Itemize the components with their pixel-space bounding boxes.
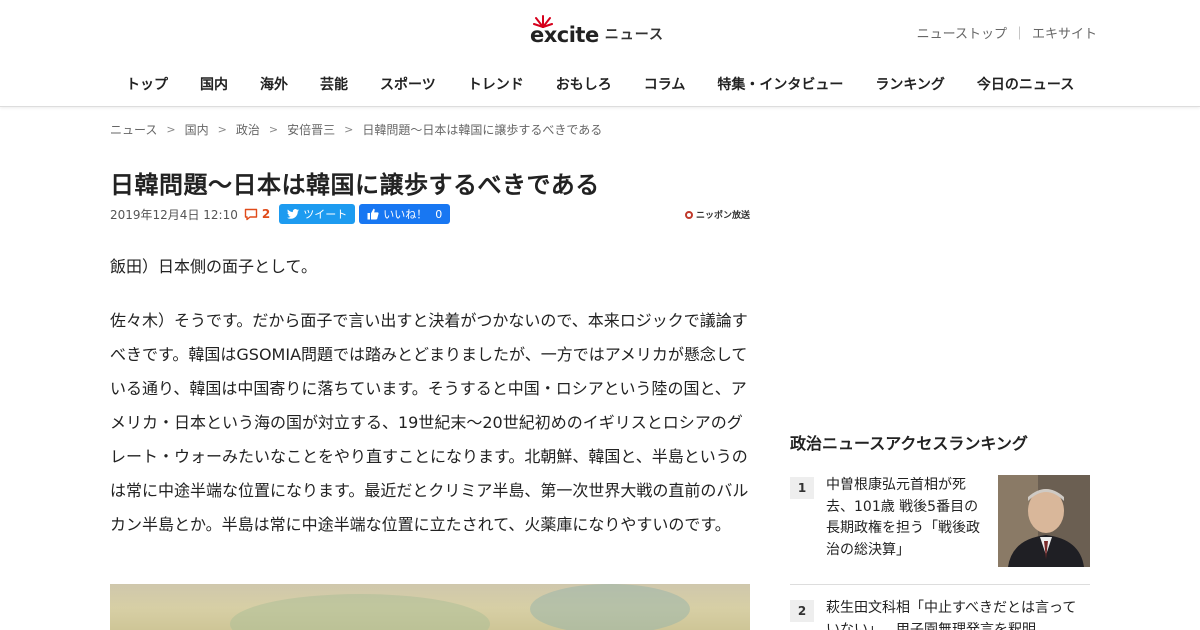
top-links: ニューストップ ｜ エキサイト (917, 23, 1097, 42)
ranking-item[interactable]: 2 萩生田文科相「中止すべきだとは言っていない」…甲子園無理発言を釈明 (790, 598, 1090, 630)
nav-item-ranking[interactable]: ランキング (859, 75, 961, 95)
site-header: excite ニュース ニューストップ ｜ エキサイト トップ 国内 海外 芸能… (0, 0, 1200, 107)
breadcrumb-separator: > (268, 123, 279, 136)
source-logo-icon (684, 210, 693, 219)
breadcrumb: ニュース > 国内 > 政治 > 安倍晋三 > 日韓問題～日本は韓国に譲歩するべ… (110, 121, 602, 138)
tweet-label: ツイート (303, 208, 348, 221)
breadcrumb-current: 日韓問題～日本は韓国に譲歩するべきである (362, 123, 603, 137)
rank-number: 1 (790, 477, 814, 499)
ranking-thumbnail[interactable] (998, 475, 1090, 567)
comment-count: 2 (261, 207, 271, 221)
source-name: ニッポン放送 (695, 211, 750, 221)
portrait-image (998, 475, 1090, 567)
thumbs-up-icon (367, 208, 379, 220)
source-logo[interactable]: ニッポン放送 (684, 208, 750, 221)
nav-item-top[interactable]: トップ (110, 75, 184, 95)
logo-wordmark: excite (530, 15, 599, 48)
logo-subtitle: ニュース (604, 27, 665, 43)
article-meta: 2019年12月4日 12:10 2 ツイート いいね！ 0 ニッポン放送 (110, 204, 750, 224)
site-logo[interactable]: excite ニュース (530, 14, 664, 48)
nav-item-today[interactable]: 今日のニュース (961, 75, 1090, 95)
logo-burst-icon (533, 15, 553, 28)
toplink-separator: ｜ (1012, 27, 1026, 42)
image-detail (230, 594, 490, 630)
article-title: 日韓問題～日本は韓国に譲歩するべきである (110, 171, 600, 199)
nav-item-sports[interactable]: スポーツ (364, 75, 452, 95)
like-label: いいね！ (383, 208, 428, 221)
like-button[interactable]: いいね！ 0 (359, 204, 451, 224)
article-date: 2019年12月4日 12:10 (110, 207, 238, 222)
nav-item-domestic[interactable]: 国内 (184, 75, 244, 95)
toplink-excite[interactable]: エキサイト (1032, 23, 1097, 42)
breadcrumb-separator: > (217, 123, 227, 136)
article-paragraph: 佐々木）そうです。だから面子で言い出すと決着がつかないので、本来ロジックで議論す… (110, 311, 749, 534)
rank-number: 2 (790, 600, 814, 622)
like-count: 0 (435, 207, 443, 221)
ranking-item-title[interactable]: 萩生田文科相「中止すべきだとは言っていない」…甲子園無理発言を釈明 (826, 598, 1090, 630)
ranking-item[interactable]: 1 中曽根康弘元首相が死去、101歳 戦後5番目の長期政権を担う「戦後政治の総決… (790, 475, 1090, 585)
breadcrumb-separator: > (166, 123, 176, 136)
article-image (110, 584, 750, 630)
toplink-news-top[interactable]: ニューストップ (917, 23, 1007, 42)
global-nav: トップ 国内 海外 芸能 スポーツ トレンド おもしろ コラム 特集・インタビュ… (110, 75, 1090, 95)
nav-item-trend[interactable]: トレンド (452, 75, 540, 95)
nav-item-funny[interactable]: おもしろ (540, 75, 628, 95)
ranking-item-title[interactable]: 中曽根康弘元首相が死去、101歳 戦後5番目の長期政権を担う「戦後政治の総決算」 (826, 475, 986, 561)
ranking-title: 政治ニュースアクセスランキング (790, 434, 1028, 453)
nav-item-feature[interactable]: 特集・インタビュー (701, 75, 859, 95)
breadcrumb-separator: > (344, 123, 354, 136)
breadcrumb-domestic[interactable]: 国内 (185, 121, 209, 138)
breadcrumb-politics[interactable]: 政治 (236, 121, 260, 138)
comment-icon (244, 208, 258, 220)
nav-item-overseas[interactable]: 海外 (244, 75, 304, 95)
article-paragraph: 飯田）日本側の面子として。 (110, 257, 318, 276)
tweet-button[interactable]: ツイート (279, 204, 356, 224)
image-detail (530, 584, 690, 630)
nav-item-column[interactable]: コラム (628, 75, 702, 95)
twitter-bird-icon (287, 209, 300, 219)
comment-link[interactable]: 2 (244, 207, 270, 221)
breadcrumb-abe[interactable]: 安倍晋三 (287, 121, 335, 138)
nav-item-entertainment[interactable]: 芸能 (304, 75, 364, 95)
breadcrumb-news[interactable]: ニュース (110, 121, 157, 138)
